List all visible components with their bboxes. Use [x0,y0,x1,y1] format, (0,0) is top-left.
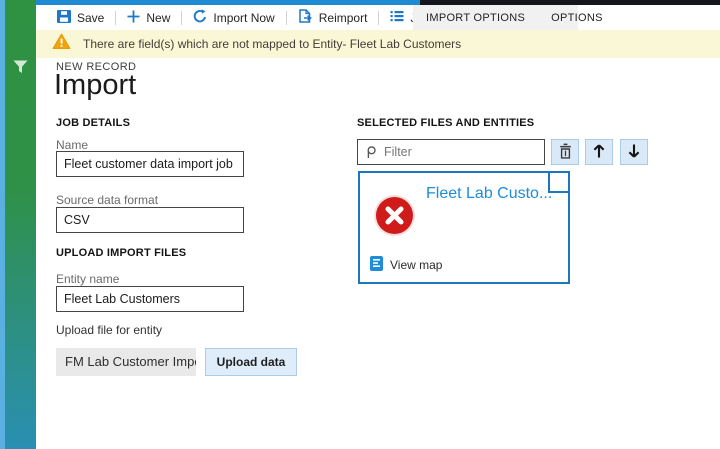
selected-file-name: FM Lab Customer Impor [56,348,196,376]
delete-file-button[interactable] [551,139,579,165]
source-format-label: Source data format [56,193,159,207]
command-bar: Save New Import Now Reimport [36,5,720,30]
reimport-icon [298,8,313,27]
map-document-icon [370,256,383,274]
refresh-icon [193,9,207,26]
entity-tile[interactable]: Fleet Lab Custo... View map [358,171,570,284]
name-input[interactable] [56,151,244,177]
move-down-button[interactable] [620,139,648,165]
error-icon [376,197,413,234]
arrow-up-icon [591,143,607,162]
view-map-label: View map [390,258,443,272]
save-label: Save [77,10,105,25]
arrow-down-icon [626,143,642,162]
filter-funnel-icon[interactable] [13,60,28,79]
new-button[interactable]: New [116,5,181,30]
filter-field [357,139,545,165]
warning-bar: There are field(s) which are not mapped … [36,30,720,58]
source-format-input[interactable] [56,207,244,233]
filter-input[interactable] [357,139,545,165]
page-title: Import [54,69,137,101]
warning-triangle-icon [52,33,71,55]
entity-name-label: Entity name [56,272,120,286]
name-label: Name [56,138,89,152]
import-now-button[interactable]: Import Now [182,5,285,30]
entity-name-input[interactable] [56,286,244,312]
selected-files-heading: SELECTED FILES AND ENTITIES [357,117,535,129]
reimport-label: Reimport [318,10,368,25]
import-screen: Save New Import Now Reimport IMPORT OPTI… [0,0,720,449]
left-rail [0,0,36,449]
trash-icon [558,143,573,162]
save-icon [57,9,71,26]
view-map-link[interactable]: View map [370,256,442,274]
menu-import-options[interactable]: IMPORT OPTIONS [413,12,538,24]
warning-message: There are field(s) which are not mapped … [83,37,462,51]
save-button[interactable]: Save [46,5,115,30]
menu-options[interactable]: OPTIONS [538,12,616,24]
reimport-button[interactable]: Reimport [287,5,379,30]
new-label: New [146,10,171,25]
upload-data-button[interactable]: Upload data [205,348,297,376]
left-rail-edge [0,0,5,449]
plus-icon [127,10,140,26]
upload-files-heading: UPLOAD IMPORT FILES [56,247,187,259]
menu-zone: IMPORT OPTIONS OPTIONS [413,5,602,30]
move-up-button[interactable] [585,139,613,165]
import-now-label: Import Now [213,10,275,25]
tile-title: Fleet Lab Custo... [426,185,553,202]
job-history-icon [390,10,404,25]
job-details-heading: JOB DETAILS [56,117,131,129]
upload-file-label: Upload file for entity [56,323,163,337]
